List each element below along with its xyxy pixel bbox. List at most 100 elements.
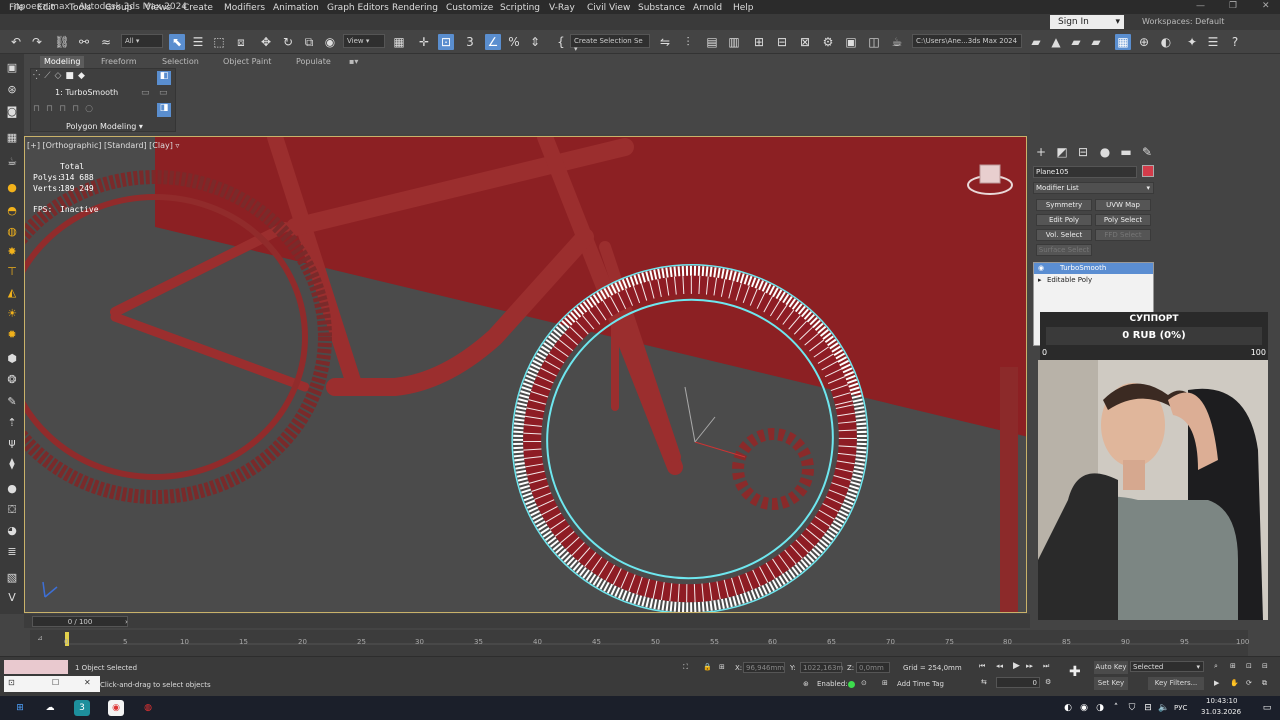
vol-select-button[interactable]: Vol. Select	[1036, 229, 1092, 241]
list-icon[interactable]: ☰	[1205, 34, 1221, 50]
minimize-icon[interactable]: —	[1196, 1, 1205, 11]
angle-snap-icon[interactable]: ∠	[485, 34, 501, 50]
hair-icon[interactable]: ψ	[4, 435, 20, 451]
rotate-icon[interactable]: ↻	[280, 34, 296, 50]
render-setup-icon[interactable]: ⚙	[820, 34, 836, 50]
play-icon[interactable]: ▶	[1013, 661, 1020, 671]
zoom-all-icon[interactable]: ⊞	[1230, 662, 1236, 670]
zoom-region-icon[interactable]: ⊟	[1262, 662, 1268, 670]
window-crossing-icon[interactable]: ⧈	[233, 34, 249, 50]
isolate-icon[interactable]: ⛶	[683, 663, 688, 672]
z-coord-field[interactable]: 0,0mm	[856, 662, 890, 673]
material-icon[interactable]: ◕	[4, 523, 20, 539]
align-icon[interactable]: ⫶	[680, 34, 696, 50]
edit-named-sel-icon[interactable]: {	[553, 34, 569, 50]
menu-graph-editors[interactable]: Graph Editors	[327, 3, 389, 13]
dome-light-icon[interactable]: ◓	[4, 203, 20, 219]
3dsmax-taskbar-icon[interactable]: 3	[74, 700, 90, 716]
display-tab-icon[interactable]: ▬	[1118, 144, 1134, 160]
move-icon[interactable]: ✥	[258, 34, 274, 50]
key-mode-icon[interactable]: ⇆	[981, 678, 987, 686]
pan-icon[interactable]: ✋	[1230, 679, 1239, 687]
next-key-icon[interactable]: ▸▸	[1026, 662, 1033, 670]
maxscript-listener[interactable]	[4, 660, 68, 674]
menu-edit[interactable]: Edit	[37, 3, 54, 13]
pin-stack-icon[interactable]: ⊓	[33, 104, 40, 116]
ies-light-icon[interactable]: ✸	[4, 244, 20, 260]
vray-icon[interactable]: V	[4, 590, 20, 606]
render-region-icon[interactable]: ▧	[4, 570, 20, 586]
manipulate-icon[interactable]: ✛	[416, 34, 432, 50]
material-editor-icon[interactable]: ⊠	[797, 34, 813, 50]
bulb-icon[interactable]: ●	[4, 180, 20, 196]
workspace-selector[interactable]: Workspaces: Default	[1142, 17, 1224, 26]
place-icon[interactable]: ◉	[322, 34, 338, 50]
tab-populate[interactable]: Populate	[292, 56, 335, 68]
menu-customize[interactable]: Customize	[446, 3, 493, 13]
pivot-icon[interactable]: ▦	[391, 34, 407, 50]
scene-explorer-icon[interactable]: ▦	[1115, 34, 1131, 50]
side-tool-a-icon[interactable]: ▭	[141, 88, 150, 98]
close-icon[interactable]: ✕	[1262, 1, 1270, 11]
mirror-icon[interactable]: ⇋	[657, 34, 673, 50]
restore-icon[interactable]: ☐	[52, 678, 59, 687]
sphere-icon[interactable]: ●	[4, 481, 20, 497]
rect-selection-icon[interactable]: ⬚	[211, 34, 227, 50]
remove-modifier-icon[interactable]: ⊓	[72, 104, 79, 116]
chrome-icon[interactable]: ◉	[108, 700, 124, 716]
menu-views[interactable]: Views	[145, 3, 171, 13]
time-config-icon[interactable]: ⚙	[1045, 678, 1051, 686]
schematic-view-icon[interactable]: ⊟	[774, 34, 790, 50]
set-project-icon[interactable]: ▲	[1048, 34, 1064, 50]
tab-freeform[interactable]: Freeform	[97, 56, 141, 68]
motion-tab-icon[interactable]: ●	[1097, 144, 1113, 160]
add-tag-icon[interactable]: ⊞	[882, 679, 888, 687]
volume-icon[interactable]: 🔈	[1158, 700, 1170, 716]
tray-icon-1[interactable]: ◐	[1062, 700, 1074, 716]
select-by-name-icon[interactable]: ☰	[190, 34, 206, 50]
tab-selection[interactable]: Selection	[158, 56, 203, 68]
show-result-icon[interactable]: ⊓	[46, 104, 53, 116]
menu-group[interactable]: Group	[105, 3, 132, 13]
percent-snap-icon[interactable]: %	[506, 34, 522, 50]
time-slider[interactable]: 0 / 100	[32, 616, 128, 627]
project-folder-icon[interactable]: ▰	[1028, 34, 1044, 50]
eye-icon[interactable]: ◉	[1038, 264, 1044, 272]
polygon-modeling-label[interactable]: Polygon Modeling ▾	[66, 122, 143, 131]
tab-modeling[interactable]: Modeling	[40, 56, 85, 68]
make-unique-icon[interactable]: ⊓	[59, 104, 66, 116]
orbit-icon[interactable]: ⊛	[4, 82, 20, 98]
listener-icon[interactable]: ⊡	[8, 678, 15, 687]
tool-a-icon[interactable]: ▰	[1068, 34, 1084, 50]
orbit-view-icon[interactable]: ⟳	[1246, 679, 1252, 687]
teapot-icon[interactable]: ☕	[4, 154, 20, 170]
layers-icon[interactable]: ≣	[4, 544, 20, 560]
notifications-icon[interactable]: ▭	[1260, 700, 1274, 716]
border-icon[interactable]: ◇	[55, 71, 62, 83]
zoom-icon[interactable]: ⌕	[1214, 662, 1218, 671]
poly-select-button[interactable]: Poly Select	[1095, 214, 1151, 226]
target-icon[interactable]: ⊙	[861, 679, 867, 687]
viewport-label[interactable]: [+] [Orthographic] [Standard] [Clay] ▿	[27, 141, 179, 150]
toggle-ribbon-icon[interactable]: ▥	[726, 34, 742, 50]
menu-substance[interactable]: Substance	[638, 3, 685, 13]
edge-icon[interactable]: ⟋	[44, 71, 50, 83]
graphite-tools-icon[interactable]: ◧	[157, 71, 171, 85]
menu-animation[interactable]: Animation	[273, 3, 319, 13]
stack-item-turbosmooth[interactable]: ◉ TurboSmooth	[1034, 263, 1153, 274]
expand-icon[interactable]: ▸	[1038, 276, 1042, 284]
ribbon-options-icon[interactable]: ▪▾	[345, 56, 362, 68]
sun-icon[interactable]: ☀	[4, 306, 20, 322]
set-key-big-icon[interactable]: ✚	[1069, 664, 1081, 680]
time-tag-icon[interactable]: ⊛	[803, 680, 809, 688]
current-frame-field[interactable]: 0	[996, 677, 1040, 688]
viewport[interactable]	[24, 136, 1027, 613]
add-time-tag[interactable]: Add Time Tag	[897, 680, 944, 688]
tool-b-icon[interactable]: ▰	[1088, 34, 1104, 50]
grid-icon[interactable]: ▦	[4, 130, 20, 146]
polygon-icon[interactable]: ■	[65, 71, 74, 83]
help-icon[interactable]: ?	[1227, 34, 1243, 50]
uvw-map-button[interactable]: UVW Map	[1095, 199, 1151, 211]
lamp-icon[interactable]: ⊤	[4, 264, 20, 280]
element-icon[interactable]: ◆	[78, 71, 85, 83]
